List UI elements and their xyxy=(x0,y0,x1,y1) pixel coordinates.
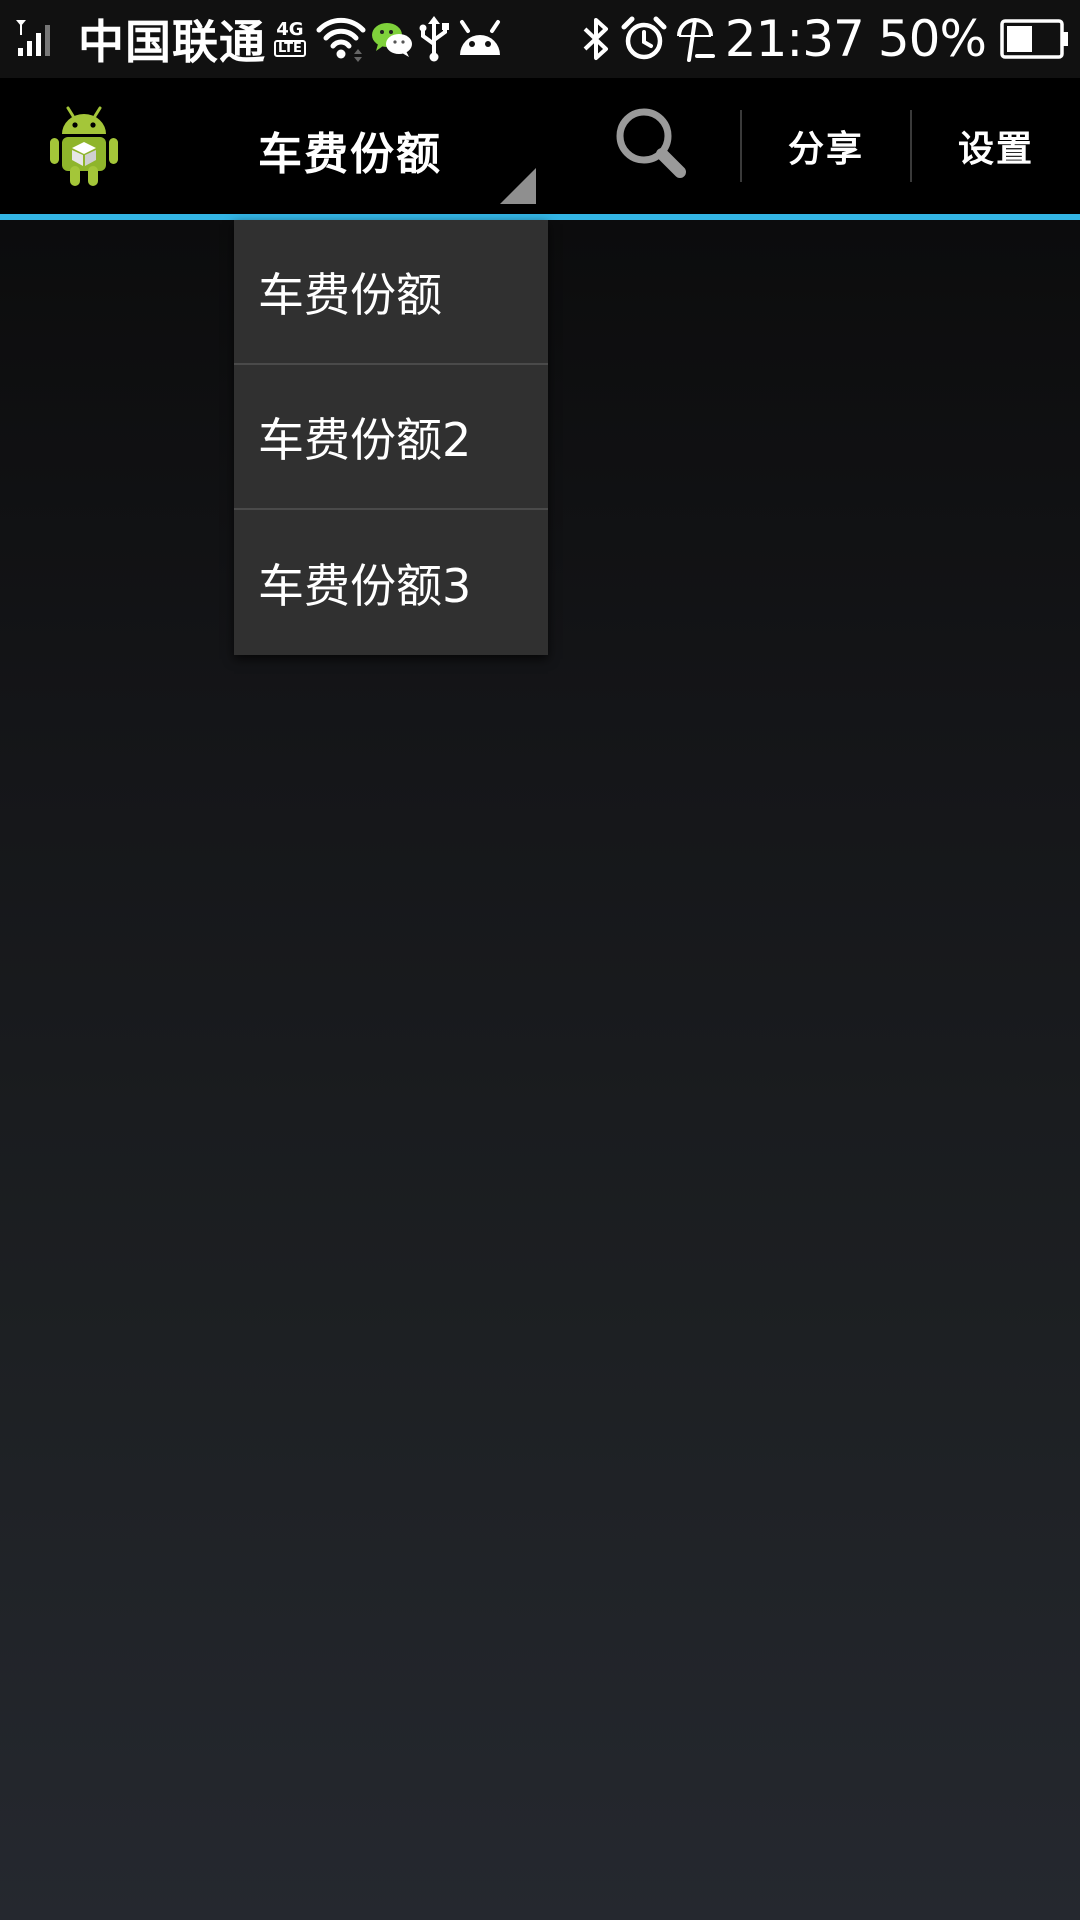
clock: 21:37 xyxy=(724,10,865,68)
status-bar-right: 21:37 50% xyxy=(579,0,1070,78)
spinner-dropdown-menu: 车费份额 车费份额2 车费份额3 xyxy=(234,220,548,655)
network-4g-label: 4G xyxy=(276,19,304,40)
signal-icon xyxy=(14,16,60,62)
settings-button[interactable]: 设置 xyxy=(912,78,1080,214)
android-notification-icon xyxy=(456,19,504,59)
dropdown-item[interactable]: 车费份额3 xyxy=(234,510,548,655)
vacation-mode-icon xyxy=(675,16,715,62)
battery-fill xyxy=(1007,26,1032,52)
wechat-icon xyxy=(370,19,414,59)
spinner-dropdown-indicator-icon xyxy=(500,168,536,204)
status-bar-left: 中国联通 4G LTE xyxy=(14,0,504,78)
share-button[interactable]: 分享 xyxy=(742,78,910,214)
usb-icon xyxy=(418,16,450,62)
carrier-name: 中国联通 xyxy=(78,15,266,69)
navigation-spinner[interactable]: 车费份额 xyxy=(230,78,540,214)
wifi-icon xyxy=(316,16,366,62)
dropdown-item[interactable]: 车费份额2 xyxy=(234,365,548,510)
spinner-selected-label: 车费份额 xyxy=(258,129,442,180)
battery-percentage: 50% xyxy=(877,10,987,68)
network-lte-label: LTE xyxy=(274,40,306,57)
search-icon xyxy=(616,108,686,178)
alarm-icon xyxy=(621,16,667,62)
action-bar: 车费份额 分享 设置 xyxy=(0,78,1080,214)
dropdown-item[interactable]: 车费份额 xyxy=(234,220,548,365)
search-button[interactable] xyxy=(608,102,698,192)
network-type-badge: 4G LTE xyxy=(274,21,306,57)
app-icon[interactable] xyxy=(46,102,122,188)
battery-icon xyxy=(1000,19,1070,59)
bluetooth-icon xyxy=(579,16,613,62)
status-bar: 中国联通 4G LTE 21:37 50% xyxy=(0,0,1080,78)
